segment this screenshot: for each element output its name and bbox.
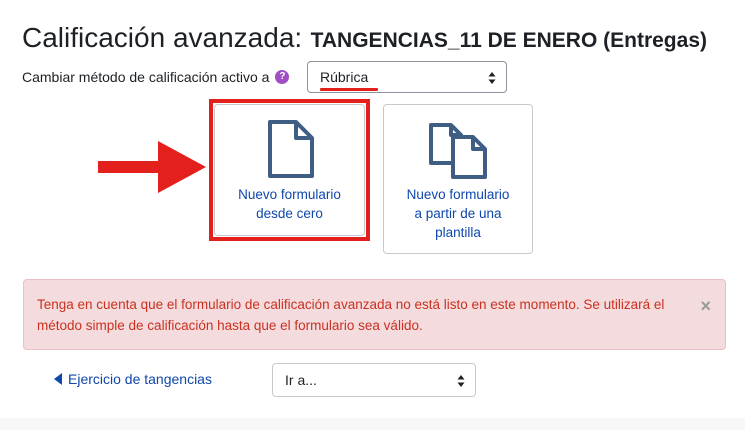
close-icon[interactable]: × [700, 296, 711, 317]
previous-activity-link[interactable]: Ejercicio de tangencias [54, 371, 212, 387]
select-arrows-icon [488, 72, 496, 84]
alert-message: Tenga en cuenta que el formulario de cal… [37, 297, 665, 333]
blank-document-icon [267, 120, 314, 178]
grading-method-row: Cambiar método de calificación activo a … [22, 61, 290, 93]
select-arrows-icon [457, 375, 465, 387]
red-arrow-annotation [98, 141, 206, 193]
copy-documents-icon [429, 123, 487, 179]
grading-method-value: Rúbrica [320, 69, 369, 85]
jump-to-select[interactable]: Ir a... [272, 363, 476, 397]
help-icon[interactable]: ? [275, 70, 290, 84]
page-footer-strip [0, 418, 745, 430]
previous-activity-label: Ejercicio de tangencias [68, 371, 212, 387]
new-form-label: Nuevo formulario desde cero [238, 187, 341, 221]
new-form-from-template-button[interactable]: Nuevo formulario a partir de una plantil… [383, 104, 533, 254]
grading-method-select[interactable]: Rúbrica [307, 61, 507, 93]
page-header: Calificación avanzada: TANGENCIAS_11 DE … [22, 22, 707, 54]
new-form-from-scratch-button[interactable]: Nuevo formulario desde cero [214, 104, 365, 236]
page-subtitle: TANGENCIAS_11 DE ENERO (Entregas) [310, 29, 707, 52]
template-form-label: Nuevo formulario a partir de una plantil… [406, 187, 510, 240]
form-not-ready-alert: Tenga en cuenta que el formulario de cal… [23, 279, 726, 350]
selected-value-underline-annotation [320, 88, 378, 91]
grading-method-label: Cambiar método de calificación activo a [22, 69, 270, 85]
jump-to-value: Ir a... [285, 372, 317, 388]
page-title: Calificación avanzada: [22, 22, 303, 53]
triangle-left-icon [54, 373, 62, 385]
